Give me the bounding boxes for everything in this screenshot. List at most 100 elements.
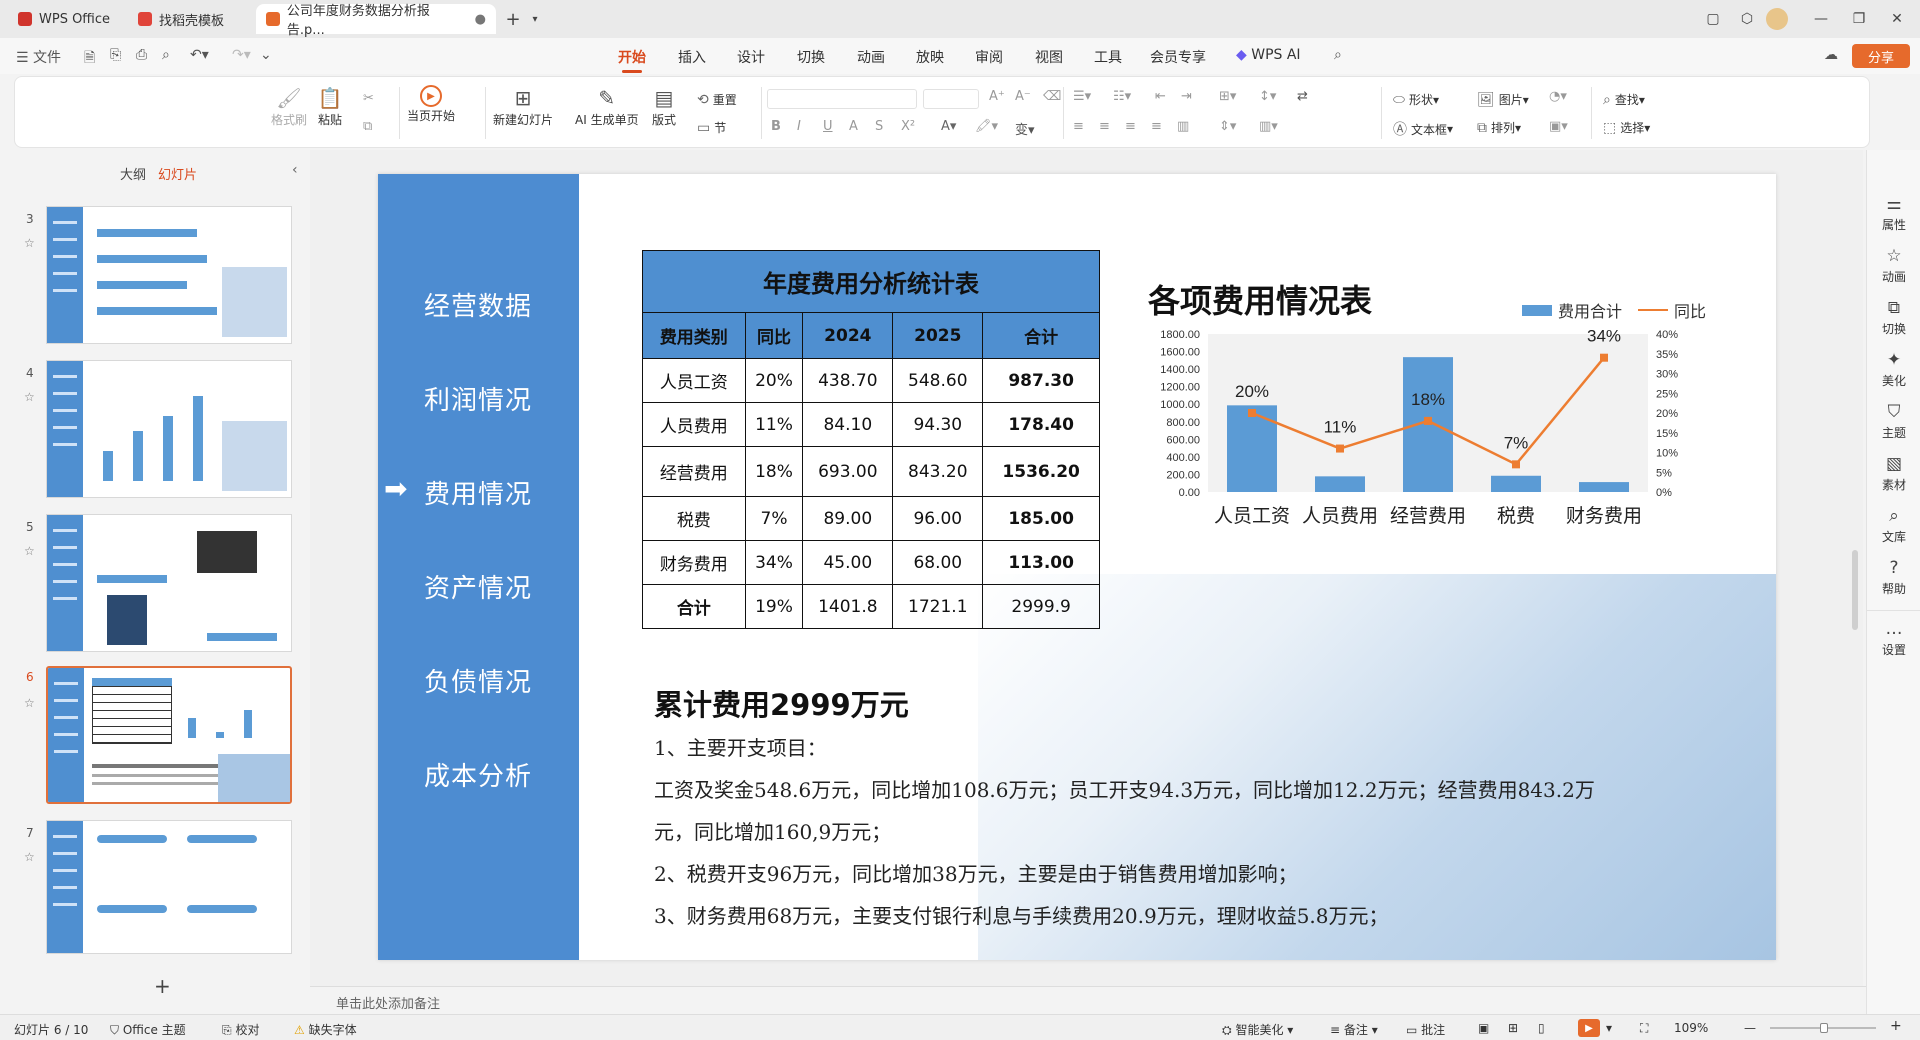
menu-slideshow[interactable]: 放映	[916, 47, 944, 67]
format-brush-button[interactable]: 🖌 格式刷	[271, 85, 307, 128]
chevron-down-icon[interactable]: ▾	[522, 8, 548, 30]
pane-settings[interactable]: … 设置	[1867, 610, 1920, 658]
minimize-icon[interactable]: —	[1808, 8, 1834, 30]
fit-window-icon[interactable]: ⛶	[1640, 1021, 1648, 1036]
paste-button[interactable]: 📋 粘贴	[317, 85, 343, 128]
distribute-icon[interactable]: ▥	[1177, 119, 1189, 134]
pane-theme[interactable]: ⛉ 主题	[1867, 402, 1920, 441]
sorter-view-icon[interactable]: ⊞	[1508, 1021, 1518, 1035]
superscript-icon[interactable]: X²	[901, 119, 915, 134]
pane-help[interactable]: ? 帮助	[1867, 558, 1920, 597]
share-button[interactable]: 分享	[1852, 44, 1910, 68]
slide-thumbnail-5[interactable]	[46, 514, 292, 652]
align-left-icon[interactable]: ≡	[1073, 119, 1084, 134]
file-menu[interactable]: ☰ 文件	[16, 47, 61, 67]
star-icon[interactable]: ☆	[24, 236, 35, 250]
star-icon[interactable]: ☆	[24, 390, 35, 404]
add-slide-button[interactable]: +	[154, 974, 171, 998]
export-icon[interactable]: ⎘	[110, 47, 121, 63]
underline-icon[interactable]: U	[823, 119, 833, 134]
undo-icon[interactable]: ↶▾	[190, 47, 209, 63]
zoom-out-icon[interactable]: —	[1744, 1021, 1756, 1035]
comment-toggle[interactable]: ▭ 批注	[1406, 1021, 1445, 1038]
convert-icon[interactable]: ⇄	[1297, 89, 1308, 104]
strike-icon[interactable]: A	[849, 119, 858, 134]
find-button[interactable]: ⌕ 查找 ▾	[1603, 91, 1645, 108]
reading-view-icon[interactable]: ▯	[1538, 1021, 1545, 1035]
play-current-button[interactable]: ▶ 当页开始	[407, 85, 455, 124]
menu-view[interactable]: 视图	[1035, 47, 1063, 67]
box-icon[interactable]: ⬡	[1734, 8, 1760, 30]
pane-library[interactable]: ⌕ 文库	[1867, 506, 1920, 545]
tab-wps-office[interactable]: WPS Office	[8, 4, 126, 34]
pane-transition[interactable]: ⧉ 切换	[1867, 298, 1920, 337]
indent-increase-icon[interactable]: ⇥	[1181, 89, 1192, 104]
slide-thumbnail-7[interactable]	[46, 820, 292, 954]
menu-design[interactable]: 设计	[737, 47, 765, 67]
cloud-icon[interactable]: ☁	[1824, 47, 1838, 63]
tab-template[interactable]: 找稻壳模板	[128, 4, 248, 34]
picture-button[interactable]: 🖼 图片 ▾	[1477, 91, 1529, 108]
valign-icon[interactable]: ⇕▾	[1219, 119, 1236, 134]
outline-icon[interactable]: ▣▾	[1549, 119, 1568, 134]
notes-toggle[interactable]: ≡ 备注 ▾	[1330, 1021, 1378, 1038]
new-slide-button[interactable]: ⊞ 新建幻灯片	[493, 85, 553, 128]
menu-transition[interactable]: 切换	[797, 47, 825, 67]
play-slideshow-icon[interactable]: ▶	[1578, 1019, 1600, 1037]
textbox-button[interactable]: Ⓐ 文本框 ▾	[1393, 119, 1453, 139]
slide-thumbnail-4[interactable]	[46, 360, 292, 498]
save-icon[interactable]: 🗎	[84, 47, 95, 71]
fill-icon[interactable]: ◔▾	[1549, 89, 1567, 104]
clear-format-icon[interactable]: ⌫	[1043, 89, 1061, 104]
arrange-button[interactable]: ⧉ 排列 ▾	[1477, 119, 1521, 136]
copy-icon[interactable]: ⧉	[363, 119, 372, 134]
pane-properties[interactable]: ⚌ 属性	[1867, 194, 1920, 233]
menu-insert[interactable]: 插入	[678, 47, 706, 67]
bullets-icon[interactable]: ☰▾	[1073, 89, 1091, 104]
section-button[interactable]: ▭ 节	[697, 119, 726, 136]
menu-vip[interactable]: 会员专享	[1150, 47, 1206, 67]
vertical-scrollbar[interactable]	[1852, 550, 1858, 630]
menu-home[interactable]: 开始	[618, 47, 646, 73]
expense-table[interactable]: 年度费用分析统计表 费用类别 同比 2024 2025 合计 人员工资 20% 43…	[642, 250, 1100, 629]
line-spacing-icon[interactable]: ↕▾	[1259, 89, 1276, 104]
char-spacing-icon[interactable]: 变▾	[1015, 119, 1035, 138]
bold-icon[interactable]: B	[771, 119, 781, 134]
font-color-icon[interactable]: A▾	[941, 119, 956, 134]
font-grow-icon[interactable]: A⁺	[989, 89, 1005, 104]
star-icon[interactable]: ☆	[24, 544, 35, 558]
print-icon[interactable]: ⎙	[136, 47, 147, 63]
close-icon[interactable]: ✕	[1884, 8, 1910, 30]
menu-animation[interactable]: 动画	[857, 47, 885, 67]
align-center-icon[interactable]: ≡	[1099, 119, 1110, 134]
reset-button[interactable]: ⟲ 重置	[697, 91, 737, 108]
more-icon[interactable]: ⌄	[260, 47, 272, 63]
notes-area[interactable]: 单击此处添加备注	[310, 986, 1866, 1014]
maximize-icon[interactable]: ❐	[1846, 8, 1872, 30]
align-right-icon[interactable]: ≡	[1125, 119, 1136, 134]
numbering-icon[interactable]: ☷▾	[1113, 89, 1131, 104]
slide[interactable]: 经营数据 利润情况 ➡ 费用情况 资产情况 负债情况 成本分析 年度费用分析统计…	[378, 174, 1776, 960]
slide-thumbnail-6[interactable]	[46, 666, 292, 804]
normal-view-icon[interactable]: ▣	[1478, 1021, 1489, 1035]
tab-document[interactable]: 公司年度财务数据分析报告.p... ●	[256, 4, 496, 38]
restore-layout-icon[interactable]: ▢	[1700, 8, 1726, 30]
zoom-in-icon[interactable]: +	[1890, 1018, 1902, 1034]
strike-s-icon[interactable]: S	[875, 119, 883, 134]
font-shrink-icon[interactable]: A⁻	[1015, 89, 1031, 104]
redo-icon[interactable]: ↷▾	[232, 47, 251, 63]
tab-slides[interactable]: 幻灯片	[158, 164, 197, 183]
select-button[interactable]: ⬚ 选择 ▾	[1603, 119, 1650, 136]
zoom-slider-handle[interactable]	[1820, 1023, 1828, 1033]
zoom-level[interactable]: 109%	[1674, 1021, 1708, 1035]
menu-review[interactable]: 审阅	[975, 47, 1003, 67]
highlight-icon[interactable]: 🖍▾	[975, 119, 998, 134]
text-direction-icon[interactable]: ⊞▾	[1219, 89, 1236, 104]
shape-button[interactable]: ⬭ 形状 ▾	[1393, 91, 1439, 108]
missing-font-status[interactable]: ⚠ 缺失字体	[294, 1021, 357, 1038]
font-size-select[interactable]	[923, 89, 979, 109]
search-icon[interactable]: ⌕	[1334, 47, 1342, 63]
justify-icon[interactable]: ≡	[1151, 119, 1162, 134]
pane-animation[interactable]: ☆ 动画	[1867, 246, 1920, 285]
star-icon[interactable]: ☆	[24, 696, 35, 710]
